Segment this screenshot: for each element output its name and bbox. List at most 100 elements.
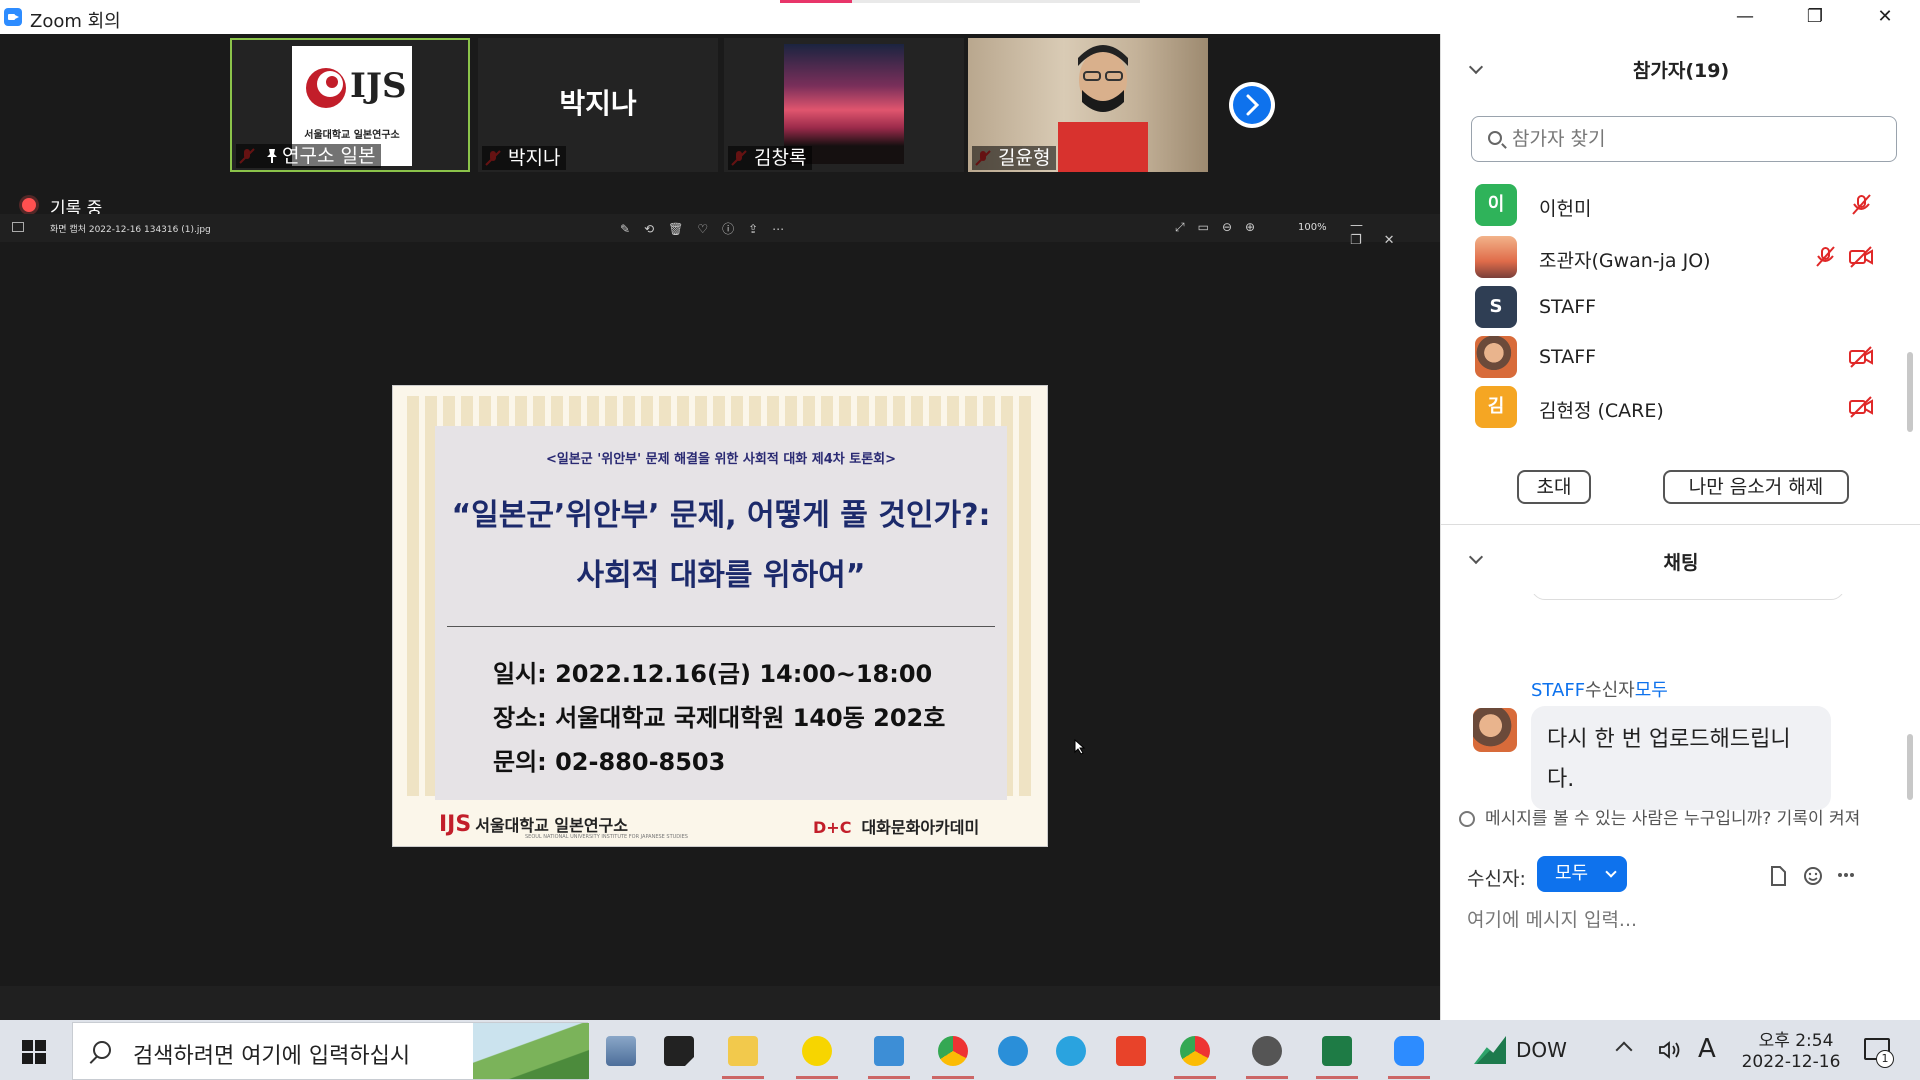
viewer-tools[interactable]: ✎⟲🗑♡ⓘ⇪⋯: [620, 220, 798, 237]
ijs-logo-text: IJS: [350, 66, 407, 106]
clock-date[interactable]: 2022-12-16: [1736, 1052, 1846, 1072]
zoom-taskbar-icon[interactable]: [1388, 1036, 1430, 1079]
person-info-icon: [1459, 811, 1475, 827]
chat-message-input[interactable]: [1467, 900, 1897, 940]
viewer-window-controls[interactable]: —❐✕: [1350, 218, 1440, 248]
show-hidden-icons-icon[interactable]: [1615, 1041, 1633, 1059]
video-tile[interactable]: 길윤형: [968, 38, 1208, 172]
poster-body: <일본군 '위안부' 문제 해결을 위한 사회적 대화 제4차 토론회> “일본…: [435, 426, 1007, 800]
chat-messages: STAFF수신자모두 다시 한 번 업로드해드립니다.: [1441, 594, 1903, 834]
viewer-zoom-tools[interactable]: ⤢▭⊖⊕: [1175, 220, 1268, 235]
poster-place: 장소: 서울대학교 국제대학원 140동 202호: [493, 704, 946, 732]
participant-name: 김현정 (CARE): [1539, 400, 1664, 422]
chat-visibility-notice[interactable]: 메시지를 볼 수 있는 사람은 누구입니까? 기록이 켜져: [1459, 804, 1920, 834]
participant-scrollbar[interactable]: [1907, 352, 1913, 432]
person-figure: [1058, 45, 1148, 172]
clock-time[interactable]: 오후 2:54: [1746, 1026, 1846, 1051]
message-header: STAFF수신자모두: [1531, 676, 1668, 702]
video-off-icon: [1849, 346, 1873, 368]
folder-icon[interactable]: [722, 1036, 764, 1079]
taskbar-search[interactable]: 검색하려면 여기에 입력하십시: [72, 1022, 589, 1080]
visibility-text: 메시지를 볼 수 있는 사람은 누구입니까? 기록이 켜져: [1485, 809, 1861, 829]
mic-muted-icon: [1852, 194, 1871, 215]
book-reader-icon[interactable]: [868, 1036, 910, 1079]
image-viewer-toolbar: 화면 캡처 2022-12-16 134316 (1).jpg ✎⟲🗑♡ⓘ⇪⋯ …: [0, 214, 1440, 248]
excel-icon[interactable]: [1316, 1036, 1358, 1079]
avatar: [1473, 708, 1517, 752]
message-bubble[interactable]: 다시 한 번 업로드해드립니다.: [1531, 706, 1831, 810]
office-icon[interactable]: [1116, 1036, 1146, 1066]
viewer-bottom-bar: [0, 986, 1440, 1020]
chevron-right-icon: [1246, 94, 1260, 116]
avatar: 이: [1475, 184, 1517, 226]
telegram-icon[interactable]: [1056, 1036, 1086, 1066]
mouse-cursor-icon: [1074, 739, 1086, 755]
windows-start-icon[interactable]: [22, 1040, 46, 1064]
search-icon: [1488, 131, 1502, 145]
record-icon: [22, 198, 36, 212]
participant-search-input[interactable]: [1512, 127, 1882, 151]
participants-title: 참가자(19): [1632, 60, 1730, 82]
poster-divider: [447, 626, 995, 627]
stock-chart-icon: [1474, 1036, 1506, 1064]
meeting-stage: IJS 서울대학교 일본연구소 연구소 일본 박지나 박지나 김창록 길윤형 기…: [0, 34, 1440, 1020]
recipient-label: 수신자:: [1467, 868, 1526, 890]
poster-subtitle: <일본군 '위안부' 문제 해결을 위한 사회적 대화 제4차 토론회>: [545, 452, 897, 467]
windows-taskbar: 검색하려면 여기에 입력하십시 DOW A 오후 2:54 2022-12-16…: [0, 1020, 1920, 1080]
participant-row[interactable]: S STAFF: [1475, 282, 1895, 332]
participant-row[interactable]: 이 이헌미: [1475, 180, 1895, 230]
academy-footer-logo: D+C 대화문화아카데미: [813, 814, 979, 838]
emoji-icon[interactable]: [1803, 866, 1823, 886]
poster-contact: 문의: 02-880-8503: [493, 748, 726, 776]
tray-dow[interactable]: DOW: [1516, 1038, 1567, 1062]
tile-name: 김창록: [728, 146, 813, 170]
kakaotalk-icon[interactable]: [796, 1036, 838, 1079]
notification-count: 1: [1876, 1050, 1894, 1068]
message-sender: STAFF: [1531, 680, 1586, 701]
sticky-notes-icon[interactable]: [664, 1036, 694, 1066]
participant-search[interactable]: [1471, 116, 1897, 162]
tile-name: 길윤형: [972, 146, 1057, 170]
video-tile[interactable]: 박지나 박지나: [478, 38, 718, 172]
previous-message: [1531, 594, 1845, 600]
taskbar-search-placeholder: 검색하려면 여기에 입력하십시: [133, 1044, 411, 1069]
viewer-filename: 화면 캡처 2022-12-16 134316 (1).jpg: [50, 225, 211, 235]
participant-name: 이헌미: [1539, 198, 1592, 220]
video-tile[interactable]: 김창록: [724, 38, 964, 172]
video-off-icon: [1849, 246, 1873, 268]
internet-explorer-icon[interactable]: [998, 1036, 1028, 1066]
panel-divider: [1441, 524, 1920, 525]
file-icon[interactable]: [1769, 866, 1787, 886]
participant-row[interactable]: 김 김현정 (CARE): [1475, 382, 1895, 432]
poster-headline-1: “일본군’위안부’ 문제, 어떻게 풀 것인가?:: [451, 498, 991, 533]
chrome-profile-icon[interactable]: [1174, 1036, 1216, 1079]
gallery-strip: IJS 서울대학교 일본연구소 연구소 일본 박지나 박지나 김창록 길윤형: [0, 34, 1440, 176]
invite-button[interactable]: 초대: [1517, 470, 1591, 504]
participant-name: STAFF: [1539, 346, 1597, 368]
ijs-footer-sub: SEOUL NATIONAL UNIVERSITY INSTITUTE FOR …: [525, 834, 688, 840]
chat-title: 채팅: [1663, 552, 1699, 574]
speaker-icon[interactable]: [1658, 1040, 1682, 1060]
minimize-button[interactable]: —: [1710, 0, 1780, 34]
participant-row[interactable]: 조관자(Gwan-ja JO): [1475, 232, 1895, 282]
avatar: S: [1475, 286, 1517, 328]
more-options-icon[interactable]: [1837, 872, 1855, 878]
input-method-indicator[interactable]: A: [1698, 1034, 1716, 1064]
video-tile[interactable]: IJS 서울대학교 일본연구소 연구소 일본: [230, 38, 470, 172]
unmute-myself-button[interactable]: 나만 음소거 해제: [1663, 470, 1849, 504]
gallery-next-button[interactable]: [1229, 82, 1275, 128]
mic-muted-icon: [1816, 246, 1835, 267]
participant-row[interactable]: STAFF: [1475, 332, 1895, 382]
participant-name: STAFF: [1539, 296, 1597, 318]
settings-gear-icon[interactable]: [1246, 1036, 1288, 1079]
poster-headline-2: 사회적 대화를 위하여”: [576, 558, 866, 593]
file-explorer-window-icon[interactable]: [606, 1036, 636, 1066]
search-highlight-image: [473, 1023, 589, 1079]
tile-name: 박지나: [482, 146, 567, 170]
close-button[interactable]: ✕: [1850, 0, 1920, 34]
window-title: Zoom 회의: [30, 11, 121, 32]
maximize-button[interactable]: ❐: [1780, 0, 1850, 34]
chrome-icon[interactable]: [932, 1036, 974, 1079]
chat-scrollbar[interactable]: [1907, 734, 1913, 800]
recipient-select[interactable]: 모두: [1537, 856, 1627, 892]
